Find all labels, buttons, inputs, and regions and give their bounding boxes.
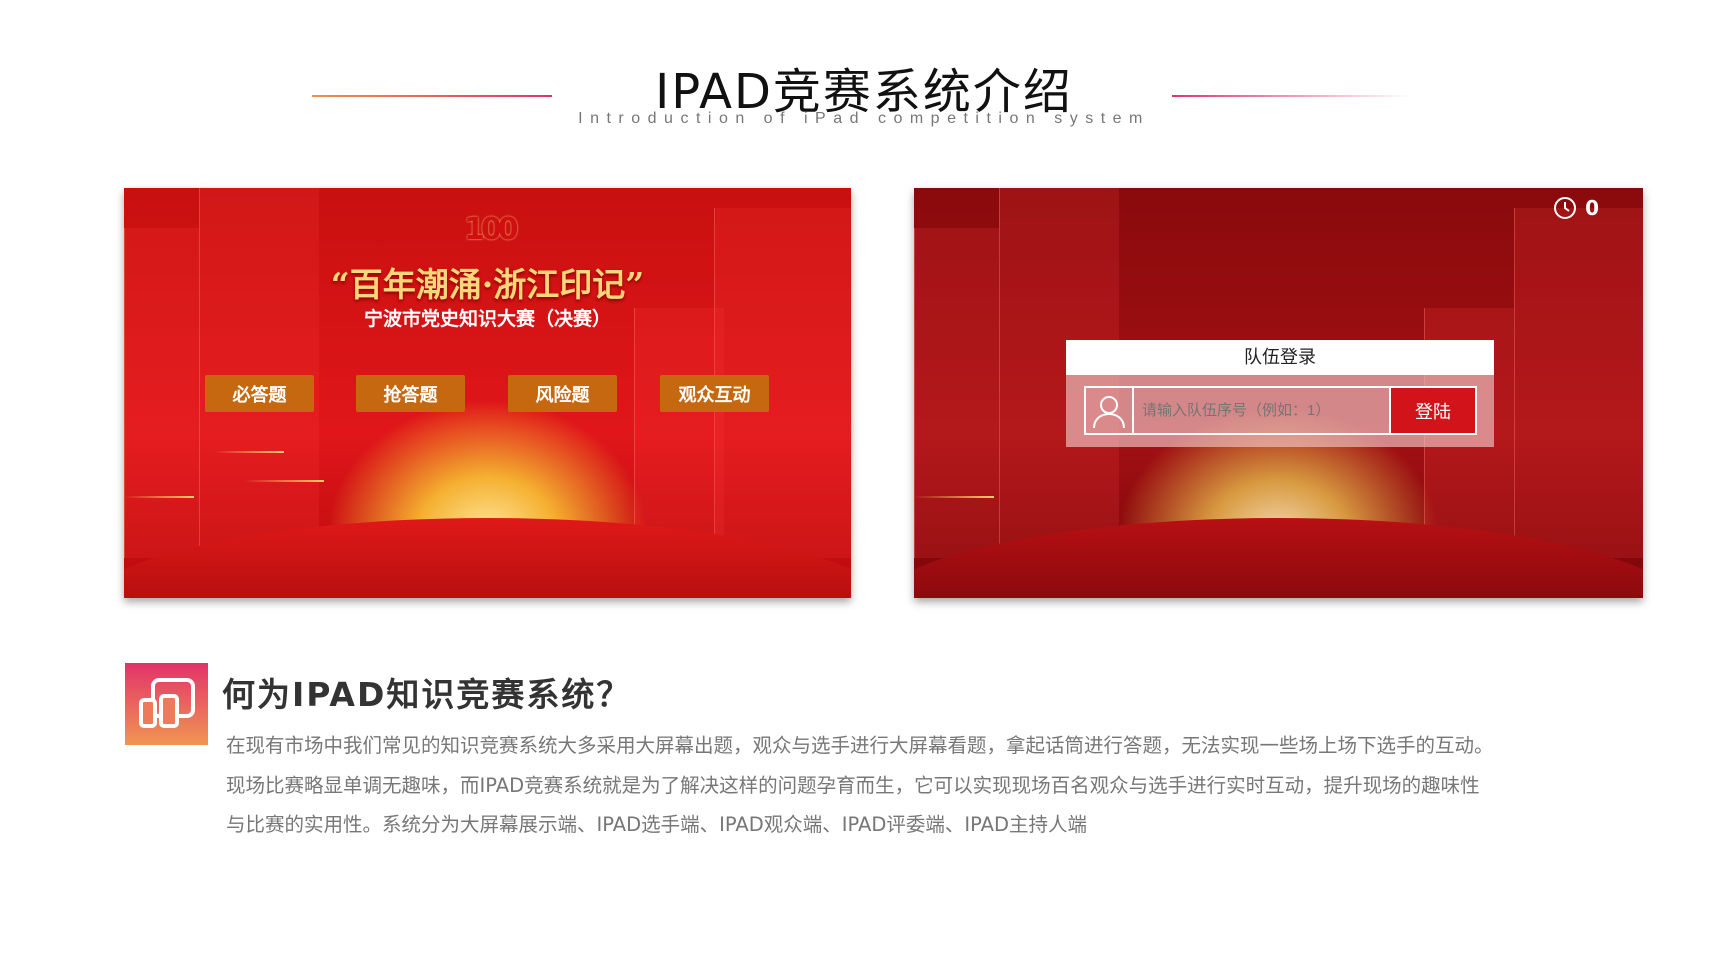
login-button[interactable]: 登陆 (1391, 388, 1475, 433)
team-login-dialog: 队伍登录 登陆 (1066, 340, 1494, 447)
buzzer-questions-button[interactable]: 抢答题 (356, 375, 465, 412)
login-title: 队伍登录 (1066, 340, 1494, 375)
team-number-input[interactable] (1134, 388, 1391, 433)
required-questions-button[interactable]: 必答题 (205, 375, 314, 412)
risk-questions-button[interactable]: 风险题 (508, 375, 617, 412)
page-subtitle: Introduction of iPad competition system (578, 110, 1150, 127)
audience-interaction-button[interactable]: 观众互动 (660, 375, 769, 412)
clock-icon (1554, 197, 1577, 219)
description-line: 与比赛的实用性。系统分为大屏幕展示端、IPAD选手端、IPAD观众端、IPAD评… (226, 813, 1087, 836)
screenshot-team-login: 0 队伍登录 登陆 (914, 188, 1643, 598)
user-icon (1086, 388, 1134, 433)
centenary-logo: 100 (464, 212, 519, 247)
screenshot-big-screen: 100 “百年潮涌·浙江印记” 宁波市党史知识大赛（决赛） 必答题 抢答题 风险… (124, 188, 851, 598)
event-title: “百年潮涌·浙江印记” (330, 265, 645, 304)
timer-value: 0 (1585, 196, 1599, 220)
description-line: 现场比赛略显单调无趣味，而IPAD竞赛系统就是为了解决这样的问题孕育而生，它可以… (226, 773, 1480, 797)
devices-icon (125, 663, 208, 745)
event-subtitle: 宁波市党史知识大赛（决赛） (363, 308, 611, 330)
section-heading: 何为IPAD知识竞赛系统？ (222, 675, 632, 714)
description-line: 在现有市场中我们常见的知识竞赛系统大多采用大屏幕出题，观众与选手进行大屏幕看题，… (226, 734, 1494, 757)
timer: 0 (1553, 196, 1599, 220)
section-description: 在现有市场中我们常见的知识竞赛系统大多采用大屏幕出题，观众与选手进行大屏幕看题，… (226, 726, 1666, 845)
